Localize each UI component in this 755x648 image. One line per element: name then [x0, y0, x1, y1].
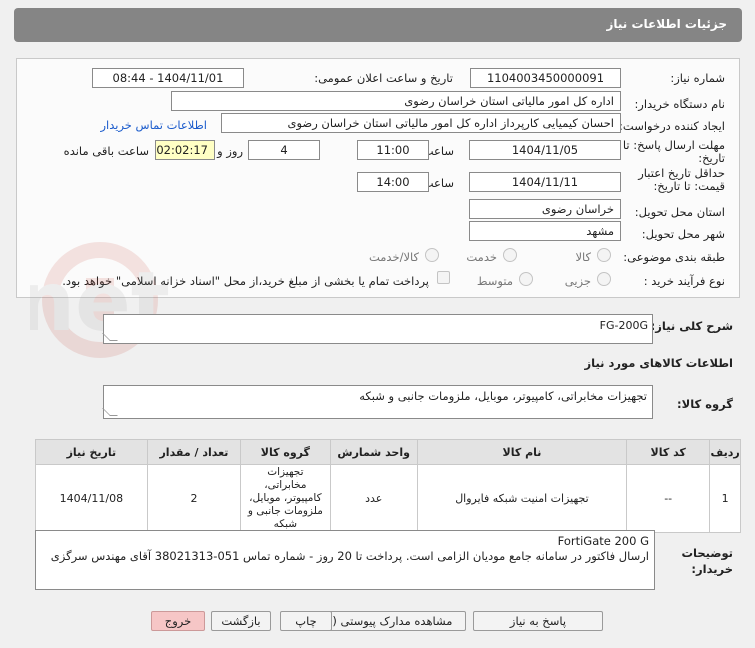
description-value: FG-200G	[599, 319, 648, 332]
goods-group-field[interactable]: تجهیزات مخابراتی، کامپیوتر، موبایل، ملزو…	[102, 385, 653, 419]
deadline-label: مهلت ارسال پاسخ: تا تاریخ:	[623, 139, 725, 165]
category-label: طبقه بندی موضوعی:	[623, 250, 725, 264]
cell-quantity: 2	[146, 464, 242, 533]
cell-row-number: 1	[709, 464, 741, 533]
col-header-code: کد کالا	[626, 439, 711, 465]
requester-label: ایجاد کننده درخواست:	[619, 119, 725, 133]
goods-group-label: گروه کالا:	[677, 397, 733, 411]
cell-need-date: 1404/11/08	[35, 464, 148, 533]
buyer-org-label: نام دستگاه خریدار:	[634, 97, 725, 111]
exit-button[interactable]: خروج	[151, 611, 205, 631]
announce-label: تاریخ و ساعت اعلان عمومی:	[314, 71, 453, 85]
col-header-row-number: ردیف	[709, 439, 741, 465]
treasury-payment-checkbox[interactable]	[437, 271, 450, 284]
col-header-name: نام کالا	[416, 439, 628, 465]
buyer-org-field: اداره کل امور مالیاتی استان خراسان رضوی	[171, 91, 621, 111]
description-field[interactable]: FG-200G	[102, 314, 653, 344]
goods-section-title: اطلاعات کالاهای مورد نیاز	[584, 356, 733, 370]
announce-field: 1404/11/01 - 08:44	[92, 68, 244, 88]
cell-code: --	[626, 464, 711, 533]
description-label: شرح کلی نیاز:	[650, 319, 733, 333]
days-label: روز و	[217, 144, 243, 158]
table-header-row: ردیف کد کالا نام کالا واحد شمارش گروه کا…	[35, 439, 741, 465]
category-radio-goods[interactable]	[597, 248, 611, 262]
validity-label-line1: حداقل تاریخ اعتبار	[638, 166, 725, 180]
cell-group: تجهیزات مخابراتی، کامپیوتر، موبایل، ملزو…	[240, 464, 331, 533]
buyer-notes-line2: ارسال فاکتور در سامانه جامع مودیان الزام…	[50, 549, 649, 563]
resize-grip-icon[interactable]	[102, 408, 118, 416]
page-title: جزئیات اطلاعات نیاز	[606, 17, 727, 31]
need-number-label: شماره نیاز:	[670, 71, 725, 85]
validity-date-field: 1404/11/11	[469, 172, 621, 192]
print-button-visible[interactable]: چاپ	[280, 611, 332, 631]
buyer-notes-field[interactable]: FortiGate 200 G ارسال فاکتور در سامانه ج…	[35, 530, 655, 590]
category-option-goods-service: کالا/خدمت	[368, 250, 419, 264]
process-radio-minor[interactable]	[597, 272, 611, 286]
info-panel: شماره نیاز: 1104003450000091 تاریخ و ساع…	[16, 58, 740, 298]
requester-field: احسان کیمیایی کارپرداز اداره کل امور مال…	[221, 113, 621, 133]
col-header-quantity: تعداد / مقدار	[146, 439, 242, 465]
city-field: مشهد	[469, 221, 621, 241]
validity-label-line2: قیمت: تا تاریخ:	[653, 179, 725, 193]
deadline-time-field: 11:00	[357, 140, 429, 160]
process-option-medium: متوسط	[476, 274, 513, 288]
goods-group-value: تجهیزات مخابراتی، کامپیوتر، موبایل، ملزو…	[359, 389, 647, 403]
deadline-date-field: 1404/11/05	[469, 140, 621, 160]
col-header-group: گروه کالا	[240, 439, 331, 465]
category-radio-service[interactable]	[503, 248, 517, 262]
need-number-field: 1104003450000091	[470, 68, 621, 88]
page-title-bar: جزئیات اطلاعات نیاز	[14, 8, 742, 42]
process-radio-medium[interactable]	[519, 272, 533, 286]
process-label: نوع فرآیند خرید :	[643, 274, 725, 288]
category-option-service: خدمت	[466, 250, 497, 264]
category-radio-goods-service[interactable]	[425, 248, 439, 262]
goods-table: ردیف کد کالا نام کالا واحد شمارش گروه کا…	[35, 439, 741, 533]
cell-unit: عدد	[329, 464, 418, 533]
province-field: خراسان رضوی	[469, 199, 621, 219]
buyer-notes-label-line2: خریدار:	[691, 562, 733, 576]
remaining-time-field: 02:02:17	[155, 140, 215, 160]
col-header-unit: واحد شمارش	[329, 439, 418, 465]
category-option-goods: کالا	[575, 250, 591, 264]
validity-time-field: 14:00	[357, 172, 429, 192]
process-option-minor: جزیی	[564, 274, 591, 288]
reply-button[interactable]: پاسخ به نیاز	[473, 611, 603, 631]
resize-grip-icon[interactable]	[102, 333, 118, 341]
deadline-label-line2: تاریخ:	[698, 151, 725, 165]
back-button[interactable]: بازگشت	[211, 611, 271, 631]
province-label: استان محل تحویل:	[634, 205, 725, 219]
treasury-payment-note: پرداخت تمام یا بخشی از مبلغ خرید،از محل …	[62, 274, 429, 288]
city-label: شهر محل تحویل:	[641, 227, 725, 241]
col-header-need-date: تاریخ نیاز	[35, 439, 148, 465]
contact-buyer-link[interactable]: اطلاعات تماس خریدار	[100, 118, 207, 132]
validity-label: حداقل تاریخ اعتبار قیمت: تا تاریخ:	[638, 167, 725, 193]
buyer-notes-label: توضیحات خریدار:	[682, 545, 734, 577]
deadline-label-line1: مهلت ارسال پاسخ: تا	[622, 138, 725, 152]
buyer-notes-line1: FortiGate 200 G	[557, 534, 649, 548]
remaining-time-label: ساعت باقی مانده	[63, 144, 149, 158]
buyer-notes-label-line1: توضیحات	[681, 546, 734, 560]
table-row[interactable]: 1 -- تجهیزات امنیت شبکه فایروال عدد تجهی…	[35, 464, 741, 533]
days-field: 4	[248, 140, 320, 160]
cell-name: تجهیزات امنیت شبکه فایروال	[416, 464, 628, 533]
